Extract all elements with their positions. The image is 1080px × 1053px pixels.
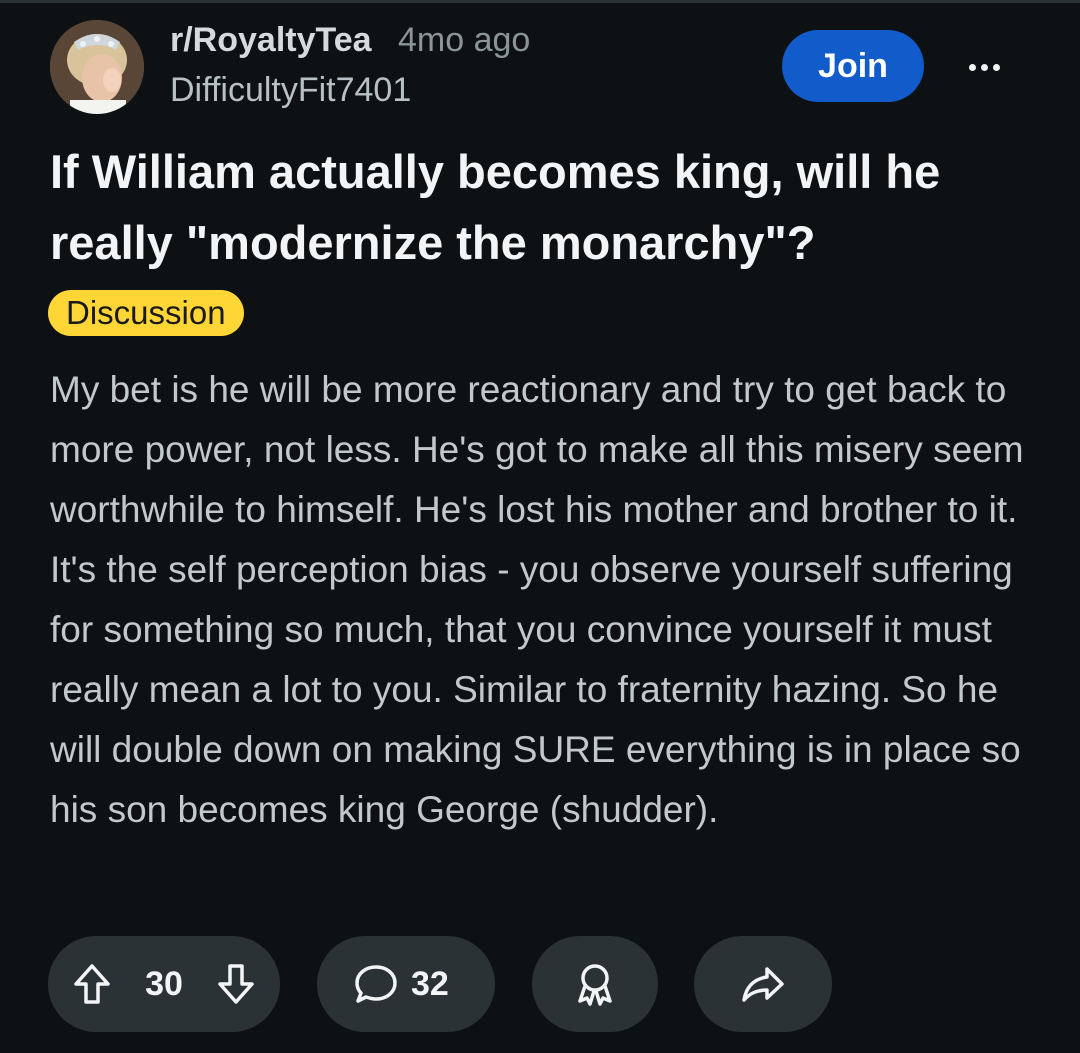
post-title: If William actually becomes king, will h… bbox=[50, 145, 941, 269]
award-button[interactable] bbox=[532, 936, 658, 1032]
subreddit-name[interactable]: r/RoyaltyTea bbox=[170, 18, 372, 62]
flair-badge[interactable]: Discussion bbox=[48, 290, 244, 336]
top-divider bbox=[0, 0, 1080, 3]
comment-icon bbox=[353, 962, 399, 1006]
subreddit-avatar[interactable] bbox=[50, 20, 144, 114]
post-body: My bet is he will be more reactionary an… bbox=[50, 369, 1024, 830]
join-button[interactable]: Join bbox=[782, 30, 924, 102]
comment-count: 32 bbox=[411, 964, 449, 1003]
vote-bar: 30 bbox=[48, 936, 280, 1032]
vote-count: 30 bbox=[145, 964, 183, 1003]
more-dot bbox=[992, 63, 1000, 71]
avatar-image bbox=[50, 20, 144, 114]
comments-button[interactable]: 32 bbox=[317, 936, 495, 1032]
share-button[interactable] bbox=[694, 936, 832, 1032]
more-dot bbox=[968, 63, 976, 71]
more-options-icon[interactable] bbox=[956, 50, 1012, 84]
author-name[interactable]: DifficultyFit7401 bbox=[170, 68, 411, 112]
share-icon bbox=[740, 964, 786, 1004]
post-page: r/RoyaltyTea 4mo ago DifficultyFit7401 J… bbox=[0, 0, 1080, 1053]
award-icon bbox=[573, 961, 617, 1007]
more-dot bbox=[980, 63, 988, 71]
downvote-icon[interactable] bbox=[216, 962, 256, 1006]
post-age: 4mo ago bbox=[398, 21, 531, 59]
upvote-icon[interactable] bbox=[72, 962, 112, 1006]
